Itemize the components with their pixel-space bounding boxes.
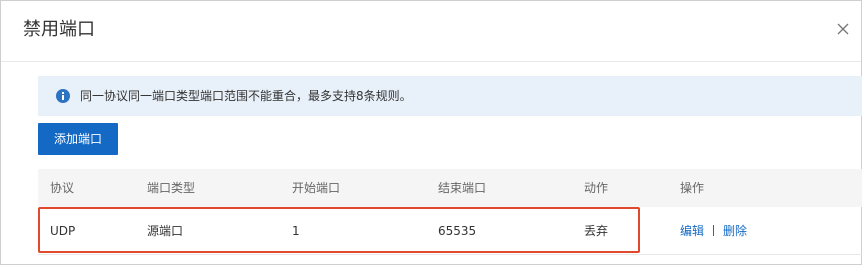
column-header-protocol: 协议 xyxy=(50,181,75,195)
dialog-header: 禁用端口 xyxy=(1,1,861,62)
info-notice: 同一协议同一端口类型端口范围不能重合，最多支持8条规则。 xyxy=(38,76,862,116)
column-header-end-port: 结束端口 xyxy=(438,181,487,195)
info-icon xyxy=(56,89,70,103)
column-header-action: 动作 xyxy=(584,181,609,195)
notice-text: 同一协议同一端口类型端口范围不能重合，最多支持8条规则。 xyxy=(80,89,412,103)
disable-port-dialog: 禁用端口 同一协议同一端口类型端口范围不能重合，最多支持8条规则。 添加端口 协… xyxy=(0,0,862,265)
operation-divider xyxy=(713,225,715,236)
column-header-port-type: 端口类型 xyxy=(147,181,196,195)
close-icon[interactable] xyxy=(835,21,851,37)
edit-link[interactable]: 编辑 xyxy=(680,224,704,238)
dialog-title: 禁用端口 xyxy=(23,19,95,40)
table-row: UDP 源端口 1 65535 丢弃 编辑 删除 xyxy=(38,207,862,255)
add-port-button[interactable]: 添加端口 xyxy=(38,123,118,155)
cell-action: 丢弃 xyxy=(584,224,609,238)
column-header-start-port: 开始端口 xyxy=(292,181,341,195)
table-header: 协议 端口类型 开始端口 结束端口 动作 操作 xyxy=(38,169,862,207)
cell-port-type: 源端口 xyxy=(147,224,184,238)
column-header-operation: 操作 xyxy=(680,181,705,195)
cell-start-port: 1 xyxy=(292,224,300,238)
cell-operations: 编辑 删除 xyxy=(680,223,747,239)
delete-link[interactable]: 删除 xyxy=(723,224,747,238)
cell-end-port: 65535 xyxy=(438,224,477,238)
cell-protocol: UDP xyxy=(50,224,76,238)
